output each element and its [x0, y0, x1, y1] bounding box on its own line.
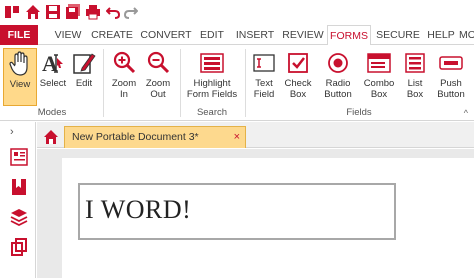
- separator: [103, 49, 104, 117]
- side-panel: ›: [0, 122, 36, 278]
- menu-edit[interactable]: EDIT: [196, 25, 228, 45]
- menu-create[interactable]: CREATE: [89, 25, 135, 45]
- menu-view[interactable]: VIEW: [50, 25, 86, 45]
- push-button-label-2: Button: [437, 89, 465, 100]
- text-field-label-1: Text: [255, 78, 273, 89]
- list-box-label-2: Box: [406, 89, 424, 100]
- undo-icon[interactable]: [104, 2, 122, 22]
- document-tab-bar: New Portable Document 3* ×: [37, 122, 474, 148]
- home-icon[interactable]: [24, 2, 42, 22]
- radio-button-label-2: Button: [324, 89, 352, 100]
- menu-more[interactable]: MO: [459, 25, 474, 45]
- check-box-icon: [283, 48, 313, 78]
- quick-access-toolbar: [0, 0, 474, 25]
- menu-secure[interactable]: SECURE: [374, 25, 422, 45]
- select-label: Select: [39, 78, 67, 89]
- attachments-icon[interactable]: [8, 236, 30, 258]
- radio-button-label-1: Radio: [325, 78, 351, 89]
- zoom-out-label-2: Out: [150, 89, 166, 100]
- zoom-in-label-2: In: [120, 89, 128, 100]
- menu-convert[interactable]: CONVERT: [139, 25, 193, 45]
- select-text-icon: A: [39, 48, 67, 78]
- check-box-button[interactable]: Check Box: [283, 48, 313, 106]
- combo-box-label-2: Box: [370, 89, 388, 100]
- form-text-field[interactable]: I WORD!: [78, 183, 396, 240]
- push-button-label-1: Push: [440, 78, 462, 89]
- redo-icon[interactable]: [122, 2, 140, 22]
- document-page: I WORD!: [62, 158, 474, 278]
- text-field-label-2: Field: [253, 89, 275, 100]
- menu-bar: FILE VIEW CREATE CONVERT EDIT INSERT REV…: [0, 25, 474, 46]
- zoom-in-icon: [108, 48, 140, 78]
- collapse-ribbon-icon[interactable]: ^: [464, 108, 468, 118]
- home-tab-icon[interactable]: [41, 127, 61, 147]
- hand-icon: [4, 49, 36, 79]
- highlight-form-fields-button[interactable]: Highlight Form Fields: [184, 48, 240, 106]
- combo-box-icon: [361, 48, 397, 78]
- edit-button[interactable]: Edit: [70, 48, 98, 106]
- check-box-label-1: Check: [284, 78, 312, 89]
- form-text-field-value: I WORD!: [85, 195, 192, 224]
- fields-group-label: Fields: [346, 107, 372, 118]
- edit-label: Edit: [75, 78, 93, 89]
- edit-pencil-icon: [70, 48, 98, 78]
- select-button[interactable]: A Select: [39, 48, 67, 106]
- ribbon: View A Select Edit Zoom In Zoom Out High…: [0, 45, 474, 121]
- separator: [245, 49, 246, 117]
- print-icon[interactable]: [84, 2, 102, 22]
- expand-panel-icon[interactable]: ›: [10, 126, 14, 138]
- push-button-button[interactable]: Push Button: [432, 48, 470, 106]
- zoom-out-button[interactable]: Zoom Out: [142, 48, 174, 106]
- zoom-in-label-1: Zoom: [111, 78, 137, 89]
- search-group-label: Search: [196, 107, 228, 118]
- combo-box-button[interactable]: Combo Box: [361, 48, 397, 106]
- view-label: View: [9, 79, 31, 90]
- menu-insert[interactable]: INSERT: [232, 25, 278, 45]
- push-button-icon: [432, 48, 470, 78]
- list-box-button[interactable]: List Box: [401, 48, 429, 106]
- document-tab[interactable]: New Portable Document 3* ×: [64, 126, 246, 148]
- document-viewport: I WORD!: [37, 149, 474, 278]
- highlight-fields-icon: [184, 48, 240, 78]
- text-field-button[interactable]: Text Field: [249, 48, 279, 106]
- app-logo-icon[interactable]: [3, 2, 21, 22]
- zoom-out-icon: [142, 48, 174, 78]
- list-box-label-1: List: [407, 78, 423, 89]
- save-all-icon[interactable]: [64, 2, 82, 22]
- layers-icon[interactable]: [8, 206, 30, 228]
- modes-group-label: Modes: [37, 107, 67, 118]
- document-tab-title: New Portable Document 3*: [72, 131, 199, 143]
- text-field-icon: [249, 48, 279, 78]
- radio-button-icon: [318, 48, 358, 78]
- list-box-icon: [401, 48, 429, 78]
- zoom-out-label-1: Zoom: [145, 78, 171, 89]
- view-mode-button[interactable]: View: [3, 48, 37, 106]
- separator: [180, 49, 181, 117]
- menu-forms[interactable]: FORMS: [327, 25, 371, 46]
- close-tab-icon[interactable]: ×: [234, 127, 240, 147]
- highlight-label-2: Form Fields: [186, 89, 238, 100]
- save-icon[interactable]: [44, 2, 62, 22]
- zoom-in-button[interactable]: Zoom In: [108, 48, 140, 106]
- bookmarks-icon[interactable]: [8, 176, 30, 198]
- combo-box-label-1: Combo: [363, 78, 395, 89]
- menu-help[interactable]: HELP: [425, 25, 457, 45]
- radio-button-button[interactable]: Radio Button: [318, 48, 358, 106]
- check-box-label-2: Box: [289, 89, 307, 100]
- highlight-label-1: Highlight: [193, 78, 231, 89]
- pages-panel-icon[interactable]: [8, 146, 30, 168]
- menu-file[interactable]: FILE: [0, 25, 38, 45]
- menu-review[interactable]: REVIEW: [281, 25, 325, 45]
